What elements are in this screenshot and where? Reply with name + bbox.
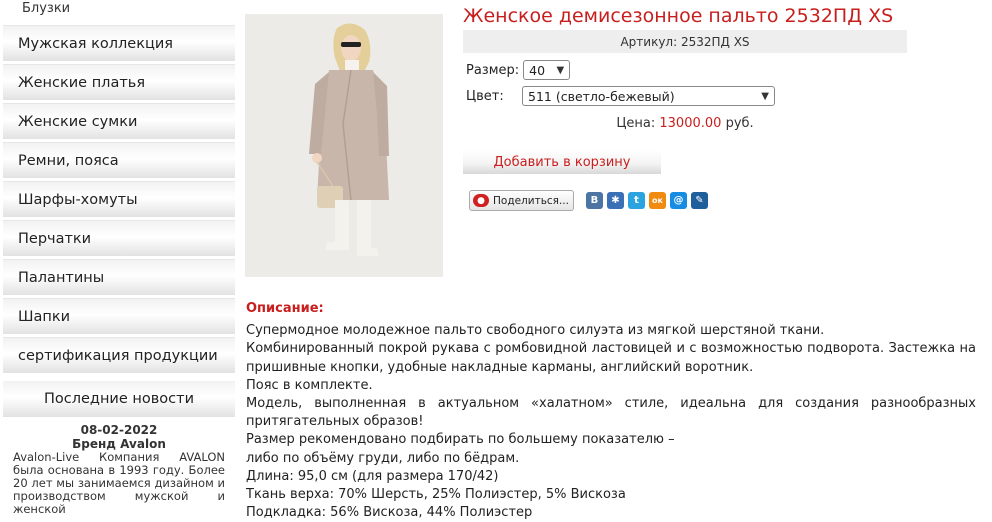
- sidebar-item-belts[interactable]: Ремни, пояса: [3, 142, 235, 178]
- news-heading: Последние новости: [3, 381, 235, 417]
- sidebar-item-womens-dresses[interactable]: Женские платья: [3, 64, 235, 100]
- share-logo-icon: ●: [473, 194, 489, 207]
- sidebar-item-mens-collection[interactable]: Мужская коллекция: [3, 25, 235, 61]
- friends-icon[interactable]: ✱: [606, 192, 624, 209]
- description-line: Супермодное молодежное пальто свободного…: [246, 323, 825, 339]
- livejournal-icon[interactable]: ✎: [690, 192, 708, 209]
- sidebar: Блузки Мужская коллекция Женские платья …: [3, 0, 235, 516]
- size-row: Размер: 40 ▼: [463, 60, 907, 80]
- description-line: Модель, выполненная в актуальном «халатн…: [246, 396, 976, 430]
- share-button[interactable]: ● Поделиться...: [469, 190, 574, 211]
- description-line: Подкладка: 56% Вискоза, 44% Полиэстер: [246, 505, 533, 521]
- description-line: Ткань верха: 70% Шерсть, 25% Полиэстер, …: [246, 487, 626, 503]
- vk-icon[interactable]: В: [585, 192, 603, 209]
- description-label: Описание:: [246, 301, 324, 316]
- price-label: Цена:: [616, 116, 656, 131]
- mailru-icon[interactable]: @: [669, 192, 687, 209]
- description-line: Комбинированный покрой рукава с ромбовид…: [246, 341, 976, 375]
- news-body: Avalon-Live Компания AVALON была основан…: [13, 450, 225, 516]
- sidebar-item-womens-bags[interactable]: Женские сумки: [3, 103, 235, 139]
- color-select-value: 511 (светло-бежевый): [528, 88, 675, 104]
- color-label: Цвет:: [466, 88, 504, 104]
- twitter-icon[interactable]: t: [627, 192, 645, 209]
- description-line: либо по объёму груди, либо по бёдрам.: [246, 450, 520, 466]
- sidebar-item-blouses[interactable]: Блузки: [3, 0, 235, 25]
- size-select[interactable]: 40 ▼: [523, 60, 571, 80]
- sidebar-item-scarves[interactable]: Шарфы-хомуты: [3, 181, 235, 217]
- product-info: Женское демисезонное пальто 2532ПД XS Ар…: [463, 5, 907, 211]
- description-line: Размер рекомендовано подбирать по больше…: [246, 432, 675, 448]
- price-currency: руб.: [725, 116, 754, 131]
- product-description: Описание: Супермодное молодежное пальто …: [246, 300, 976, 522]
- sidebar-item-certification[interactable]: сертификация продукции: [3, 337, 235, 373]
- news-title[interactable]: Бренд Avalon: [3, 437, 235, 451]
- sidebar-item-stoles[interactable]: Палантины: [3, 259, 235, 295]
- price-value: 13000.00: [659, 116, 722, 131]
- share-button-label: Поделиться...: [493, 194, 569, 207]
- odnoklassniki-icon[interactable]: ок: [648, 192, 666, 209]
- news-date: 08-02-2022: [80, 423, 158, 437]
- chevron-down-icon: ▼: [761, 90, 769, 102]
- share-bar: ● Поделиться... В ✱ t ок @ ✎: [463, 190, 907, 211]
- chevron-down-icon: ▼: [556, 64, 565, 76]
- sidebar-item-hats[interactable]: Шапки: [3, 298, 235, 334]
- size-label: Размер:: [466, 62, 520, 78]
- size-select-value: 40: [529, 62, 546, 78]
- add-to-cart-button[interactable]: Добавить в корзину: [463, 150, 661, 174]
- product-sku: Артикул: 2532ПД XS: [463, 30, 907, 53]
- sidebar-item-gloves[interactable]: Перчатки: [3, 220, 235, 256]
- color-row: Цвет: 511 (светло-бежевый) ▼: [463, 86, 907, 106]
- description-line: Длина: 95,0 см (для размера 170/42): [246, 468, 499, 484]
- price: Цена: 13000.00 руб.: [463, 116, 907, 131]
- product-image[interactable]: [245, 14, 443, 277]
- coat-photo-illustration: [245, 14, 443, 277]
- color-select[interactable]: 511 (светло-бежевый) ▼: [522, 86, 775, 106]
- description-line: Пояс в комплекте.: [246, 377, 373, 393]
- product-title: Женское демисезонное пальто 2532ПД XS: [463, 5, 894, 27]
